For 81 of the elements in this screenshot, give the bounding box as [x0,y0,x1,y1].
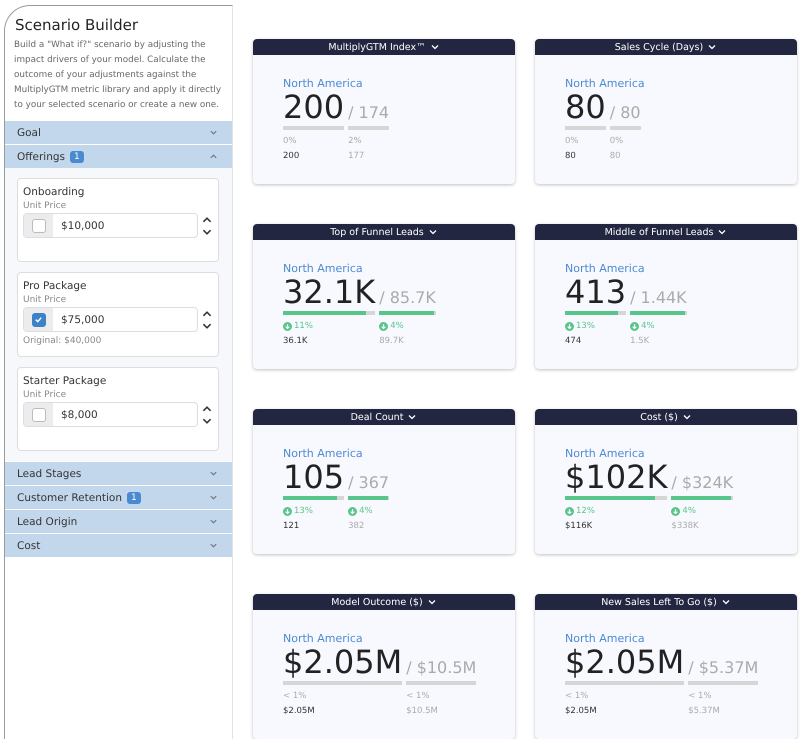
card-title: Sales Cycle (Days) [614,42,704,52]
metric-value: $102K [565,460,668,494]
change-percent: < 1% [283,691,308,701]
region-label: North America [565,632,646,645]
section-label: Customer Retention [17,492,122,504]
baseline-value: $10.5M [406,706,439,716]
card-title: Deal Count [350,412,404,422]
offering-name: Starter Package [23,375,108,387]
baseline-value: $5.37M [688,706,721,716]
section-label: Cost [17,540,40,552]
baseline-value: 200 [283,151,300,161]
field-label: Unit Price [23,390,68,400]
baseline-value: $2.05M [565,706,598,716]
change-percent: 4% [630,321,687,331]
baseline-value: 89.7K [379,336,405,346]
change-percent: 0% [283,136,298,146]
metric-value: $2.05M [283,645,402,679]
target-value: / $10.5M [406,658,476,679]
section-label: Lead Stages [17,468,82,480]
offering-name: Onboarding [23,186,86,198]
change-percent: < 1% [565,691,590,701]
baseline-value: 382 [348,521,366,531]
card-title: New Sales Left To Go ($) [601,596,717,608]
baseline-value: 36.1K [283,336,308,346]
region-label: North America [283,447,364,460]
original-value-note: Original: $40,000 [23,336,102,346]
region-label: North America [283,632,364,645]
change-percent: 4% [379,321,436,331]
card-title: Middle of Funnel Leads [604,226,714,238]
change-percent: 13% [283,506,344,516]
baseline-value: $116K [565,521,594,531]
count-badge: 1 [70,150,84,162]
metric-value: $2.05M [565,645,684,679]
baseline-value: 121 [283,521,300,531]
offering-name: Pro Package [23,280,88,292]
metric-value: 200 [283,90,344,124]
region-label: North America [565,77,646,90]
card-title: MultiplyGTM Index™ [328,42,426,52]
count-badge: 1 [126,492,141,504]
metric-value: 413 [565,275,626,309]
section-label: Goal [17,126,41,138]
change-percent: 4% [348,506,390,516]
field-label: Unit Price [23,295,68,305]
region-label: North America [565,262,646,275]
section-label: Lead Origin [17,516,78,528]
baseline-value: $2.05M [283,706,316,716]
metric-value: 105 [283,460,344,494]
target-value: / 85.7K [379,288,436,309]
region-label: North America [283,262,364,275]
change-percent: 0% [565,136,580,146]
baseline-value: 1.5K [630,336,650,346]
change-percent: < 1% [406,691,431,701]
change-percent: < 1% [688,691,713,701]
baseline-value: 177 [348,151,366,161]
card-title: Top of Funnel Leads [330,226,424,238]
card-title: Cost ($) [640,412,678,422]
baseline-value: 474 [565,336,582,346]
target-value: / 174 [348,103,390,124]
section-label: Offerings [17,150,65,162]
change-percent: 4% [671,506,734,516]
change-percent: 12% [565,506,668,516]
baseline-value: $338K [671,521,700,531]
sidebar-description: Build a "What if?" scenario by adjusting the impact drivers of your model. Calculate the outcome of your adjustments against the MultiplyGTM metric library and apply it directly to your selected scenario or create a new one. [13,39,222,112]
target-value: / $324K [671,473,734,494]
metric-value: 32.1K [283,275,376,309]
change-percent: 13% [565,321,626,331]
baseline-value: 80 [610,151,622,161]
target-value: / $5.37M [688,658,758,679]
change-percent: 0% [610,136,624,146]
target-value: / 80 [610,103,641,124]
target-value: / 367 [348,473,390,494]
metric-value: 80 [565,90,606,124]
card-title: Model Outcome ($) [331,596,423,608]
change-percent: 2% [348,136,363,146]
field-label: Unit Price [23,201,68,211]
target-value: / 1.44K [630,288,687,309]
sidebar-title: Scenario Builder [14,15,140,36]
region-label: North America [283,77,364,90]
region-label: North America [565,447,646,460]
change-percent: 11% [283,321,376,331]
baseline-value: 80 [565,151,577,161]
